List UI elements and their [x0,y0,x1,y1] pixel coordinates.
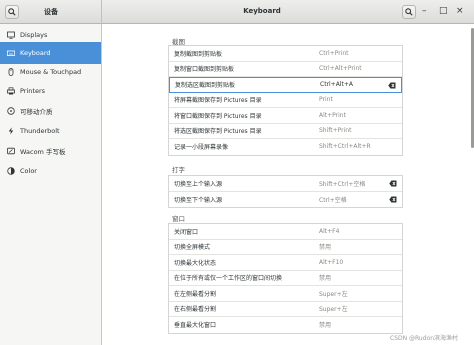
shortcut-row[interactable]: 在位于所有或仅一个工作区的窗口间切换 禁用 [169,271,402,286]
shortcut-accel: Shift+Print [319,127,352,135]
clear-shortcut-icon[interactable] [389,196,397,203]
sidebar-item-label: Keyboard [20,49,51,57]
shortcut-accel: Super+左 [319,306,348,314]
sidebar-item-label: Color [20,167,37,175]
shortcut-name: 复制窗口截图到剪贴板 [174,66,235,74]
shortcut-name: 切换最大化状态 [174,259,217,267]
shortcut-name: 在右侧最看分割 [174,306,217,314]
shortcut-name: 切换至下个输入源 [174,196,223,204]
shortcut-search-button[interactable] [402,5,416,19]
color-icon [7,167,15,175]
shortcut-accel: Print [319,96,333,104]
shortcut-row[interactable]: 关闭窗口 Alt+F4 [169,224,402,240]
section-title-typing: 打字 [172,166,185,174]
shortcut-accel: Ctrl+Alt+A [320,81,353,89]
shortcut-list-screenshots: 复制截图到剪贴板 Ctrl+Print 复制窗口截图到剪贴板 Ctrl+Alt+… [168,45,403,156]
shortcut-accel: Shift+Ctrl+Alt+R [319,143,371,151]
wacom-icon [7,147,15,155]
display-icon [7,31,15,39]
shortcut-accel: Ctrl+Print [319,49,349,57]
shortcut-name: 将选区截图保存到 Pictures 目录 [174,128,262,136]
shortcut-name: 复制截图到剪贴板 [174,50,223,58]
shortcut-row[interactable]: 切换至下个输入源 Ctrl+空格 [169,192,402,208]
shortcut-row[interactable]: 复制窗口截图到剪贴板 Ctrl+Alt+Print [169,62,402,77]
shortcut-list-typing: 切换至上个输入源 Shift+Ctrl+空格 切换至下个输入源 Ctrl+空格 [168,175,403,208]
removable-media-icon [7,107,15,115]
printer-icon [7,87,15,95]
sidebar-item-removable-media[interactable]: 可移动介质 [0,100,101,122]
shortcut-row[interactable]: 将选区截图保存到 Pictures 目录 Shift+Print [169,124,402,139]
maximize-button[interactable]: □ [439,6,448,16]
shortcut-row[interactable]: 垂直最大化窗口 禁用 [169,317,402,333]
sidebar-item-color[interactable]: Color [0,160,101,182]
sidebar-item-thunderbolt[interactable]: Thunderbolt [0,120,101,142]
close-button[interactable]: × [456,6,464,16]
shortcut-list-windows: 关闭窗口 Alt+F4 切换全屏模式 禁用 切换最大化状态 Alt+F10 在位… [168,223,403,334]
shortcuts-pane: 截图 复制截图到剪贴板 Ctrl+Print 复制窗口截图到剪贴板 Ctrl+A… [102,24,474,345]
shortcut-row[interactable]: 将窗口截图保存到 Pictures 目录 Alt+Print [169,108,402,124]
shortcut-name: 复制选区截图到剪贴板 [175,82,236,90]
sidebar: Displays Keyboard Mouse & Touchpad Print… [0,24,102,345]
sidebar-item-label: Mouse & Touchpad [20,68,82,76]
sidebar-item-label: Displays [20,31,48,39]
shortcut-name: 关闭窗口 [174,228,199,236]
sidebar-item-label: Printers [20,87,46,95]
sidebar-item-wacom[interactable]: Wacom 手写板 [0,140,101,162]
search-icon [8,8,16,16]
shortcut-row[interactable]: 在左侧最看分割 Super+左 [169,286,402,302]
shortcut-accel: Alt+Print [319,111,346,119]
clear-shortcut-icon[interactable] [389,180,397,187]
shortcut-row[interactable]: 在右侧最看分割 Super+左 [169,302,402,317]
shortcut-row-selected[interactable]: 复制选区截图到剪贴板 Ctrl+Alt+A [169,77,402,93]
shortcut-accel: Alt+F4 [319,227,340,235]
shortcut-row[interactable]: 将屏幕截图保存到 Pictures 目录 Print [169,93,402,108]
settings-panel-title: 设备 [44,8,58,16]
shortcut-row[interactable]: 切换最大化状态 Alt+F10 [169,255,402,271]
shortcut-accel: Alt+F10 [319,258,344,266]
shortcut-name: 垂直最大化窗口 [174,322,217,330]
shortcut-accel: Ctrl+Alt+Print [319,65,362,73]
sidebar-item-printers[interactable]: Printers [0,80,101,102]
shortcut-name: 在位于所有或仅一个工作区的窗口间切换 [174,275,283,283]
shortcut-accel: 禁用 [319,322,332,330]
sidebar-item-label: Wacom 手写板 [20,148,66,156]
shortcut-row[interactable]: 复制截图到剪贴板 Ctrl+Print [169,46,402,62]
shortcut-name: 在左侧最看分割 [174,290,217,298]
shortcut-name: 切换全屏模式 [174,244,211,252]
sidebar-item-label: 可移动介质 [20,108,53,116]
mouse-icon [7,68,15,76]
thunderbolt-icon [7,127,15,135]
shortcut-accel: 禁用 [319,244,332,252]
shortcut-name: 切换至上个输入源 [174,180,223,188]
shortcut-row[interactable]: 切换全屏模式 禁用 [169,240,402,255]
shortcut-name: 记录一小段屏幕录像 [174,144,229,152]
watermark: CSDN @Rudon滨海渔村 [390,335,458,342]
keyboard-icon [6,49,16,57]
sidebar-item-label: Thunderbolt [20,127,60,135]
section-title-windows: 窗口 [172,215,185,223]
settings-search-button[interactable] [5,5,19,19]
shortcut-accel: Ctrl+空格 [319,196,347,204]
minimize-button[interactable]: – [422,6,427,16]
shortcut-accel: Shift+Ctrl+空格 [319,180,366,188]
window-title: Keyboard [243,7,281,15]
shortcut-name: 将屏幕截图保存到 Pictures 目录 [174,97,262,105]
shortcut-name: 将窗口截图保存到 Pictures 目录 [174,112,262,120]
header-bar: 设备 Keyboard – □ × [0,0,474,24]
search-icon [405,8,413,16]
shortcut-row[interactable]: 记录一小段屏幕录像 Shift+Ctrl+Alt+R [169,139,402,155]
shortcut-row[interactable]: 切换至上个输入源 Shift+Ctrl+空格 [169,176,402,192]
shortcuts-list-panel: 截图 复制截图到剪贴板 Ctrl+Print 复制窗口截图到剪贴板 Ctrl+A… [168,24,403,345]
shortcut-accel: Super+左 [319,290,348,298]
shortcut-accel: 禁用 [319,275,332,283]
settings-header: 设备 [0,0,102,24]
clear-shortcut-icon[interactable] [388,82,396,89]
